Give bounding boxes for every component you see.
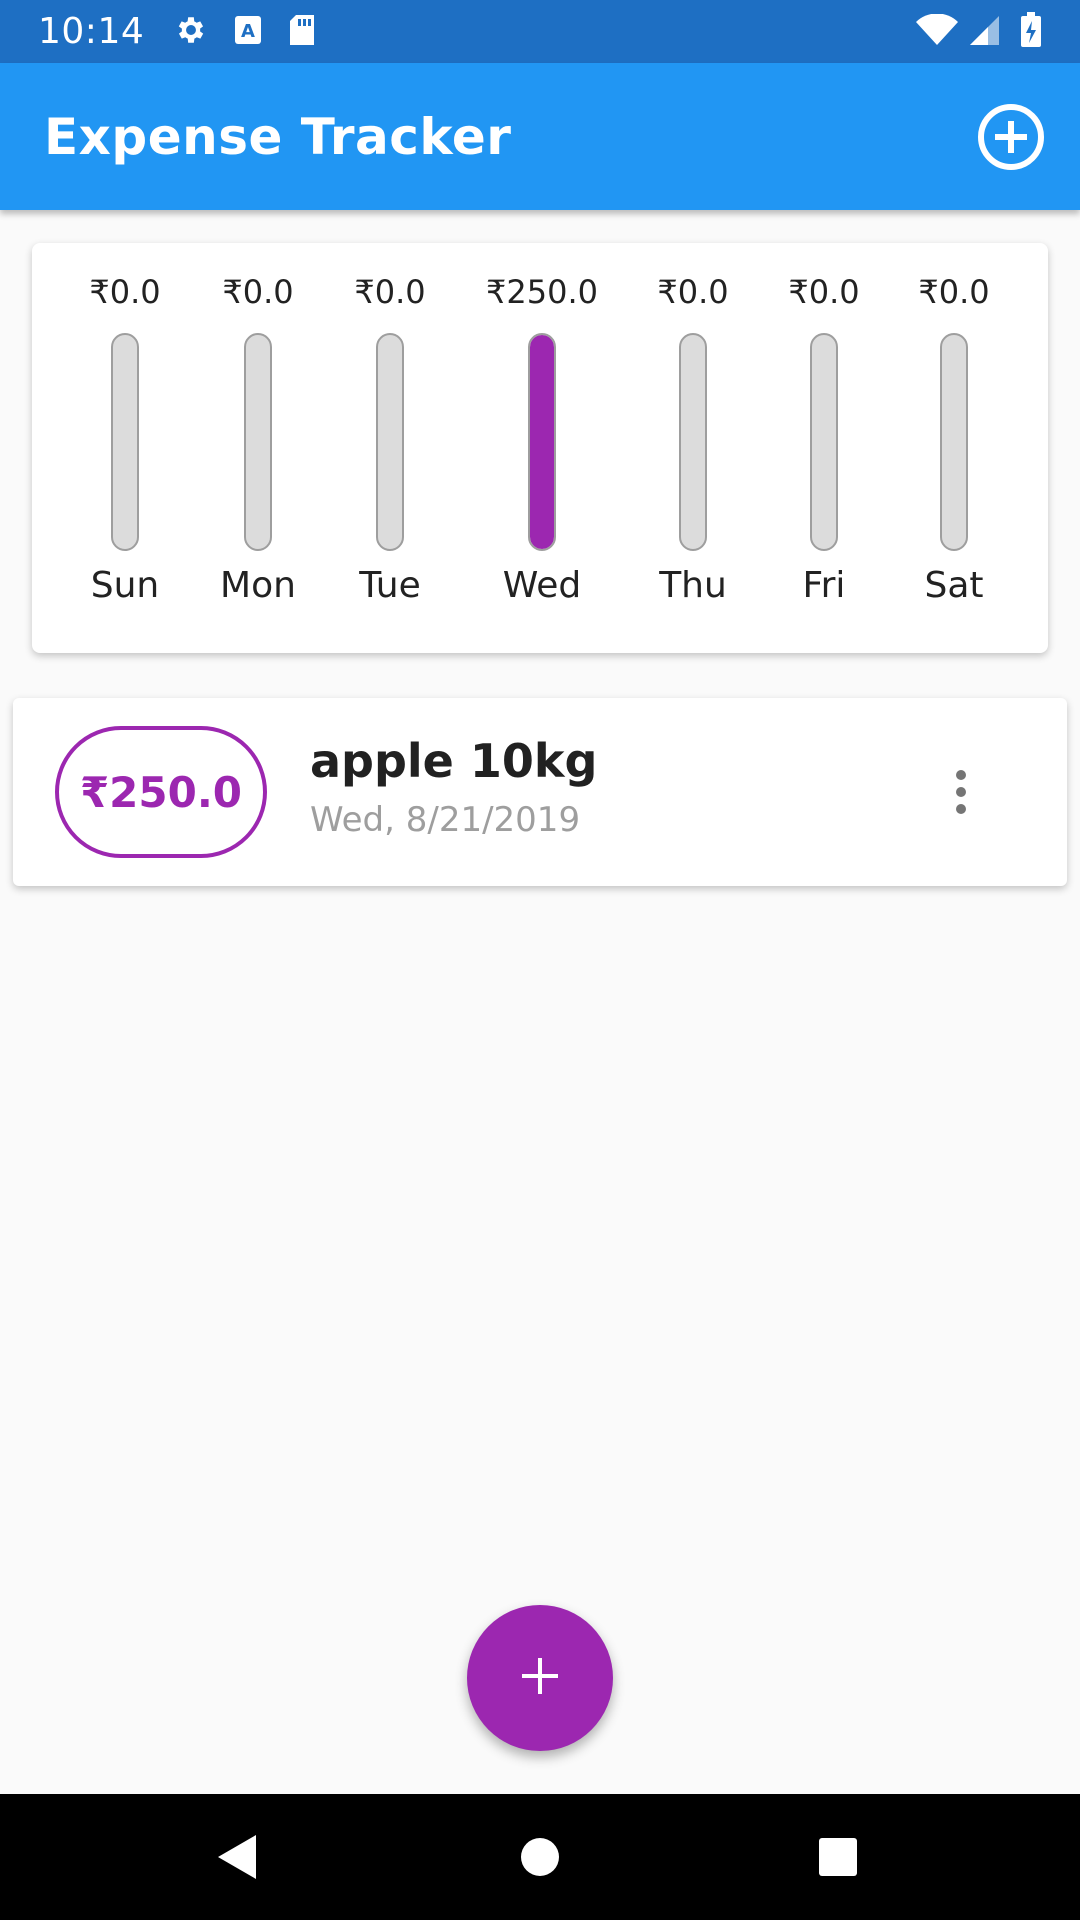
settings-icon [174, 13, 208, 51]
status-icons-left: A [174, 13, 316, 51]
chart-day-label: Sun [90, 565, 160, 606]
chart-bar-thu: ₹0.0 Thu [623, 243, 763, 653]
chart-bar-tue: ₹0.0 Tue [320, 243, 460, 653]
app-title: Expense Tracker [44, 107, 512, 166]
chart-bar-track [810, 333, 838, 551]
menu-dot [956, 770, 966, 780]
chart-bar-track [679, 333, 707, 551]
weekly-chart-card: ₹0.0 Sun ₹0.0 Mon ₹0.0 Tue ₹250.0 Wed ₹0.0 Thu ₹0.… [32, 243, 1048, 653]
home-icon[interactable] [500, 1794, 580, 1920]
svg-text:A: A [241, 21, 255, 42]
transaction-card: ₹250.0 apple 10kg Wed, 8/21/2019 [13, 698, 1067, 886]
chart-day-label: Sat [924, 565, 984, 606]
chart-bar-fri: ₹0.0 Fri [754, 243, 894, 653]
chart-bar-amount: ₹0.0 [222, 273, 294, 311]
chart-bar-amount: ₹0.0 [354, 273, 426, 311]
chart-bar-amount: ₹250.0 [486, 273, 598, 311]
transaction-date: Wed, 8/21/2019 [310, 800, 581, 840]
navigation-bar [0, 1794, 1080, 1920]
chart-bar-amount: ₹0.0 [89, 273, 161, 311]
transaction-title: apple 10kg [310, 734, 598, 788]
chart-bar-track [528, 333, 556, 551]
menu-dot [956, 787, 966, 797]
chart-bar-fill [530, 335, 554, 549]
chart-day-label: Wed [502, 565, 582, 606]
chart-bar-track [244, 333, 272, 551]
chart-bar-amount: ₹0.0 [788, 273, 860, 311]
chart-bar-mon: ₹0.0 Mon [188, 243, 328, 653]
chart-bar-wed: ₹250.0 Wed [472, 243, 612, 653]
status-bar: 10:14 A [0, 0, 1080, 63]
add-expense-fab[interactable] [467, 1605, 613, 1751]
add-circle-icon[interactable] [976, 102, 1046, 172]
a-notification-icon: A [234, 15, 262, 49]
transaction-amount-badge: ₹250.0 [55, 726, 267, 858]
wifi-icon [916, 12, 958, 50]
chart-bar-track [376, 333, 404, 551]
more-vert-icon[interactable] [941, 758, 981, 826]
add-icon [518, 1654, 562, 1702]
chart-bar-amount: ₹0.0 [657, 273, 729, 311]
chart-day-label: Mon [220, 565, 296, 606]
status-icons-right [916, 11, 1042, 52]
chart-bar-track [111, 333, 139, 551]
back-icon[interactable] [198, 1794, 278, 1920]
chart-bar-track [940, 333, 968, 551]
chart-bar-amount: ₹0.0 [918, 273, 990, 311]
chart-day-label: Tue [359, 565, 421, 606]
chart-day-label: Fri [802, 565, 846, 606]
chart-bar-sun: ₹0.0 Sun [55, 243, 195, 653]
app-bar: Expense Tracker [0, 63, 1080, 210]
battery-charging-icon [1020, 11, 1042, 52]
chart-day-label: Thu [659, 565, 727, 606]
status-time: 10:14 [38, 11, 145, 52]
chart-bar-sat: ₹0.0 Sat [884, 243, 1024, 653]
menu-dot [956, 804, 966, 814]
cell-signal-icon [968, 14, 1000, 50]
recents-icon[interactable] [798, 1794, 878, 1920]
sd-card-icon [288, 14, 316, 50]
